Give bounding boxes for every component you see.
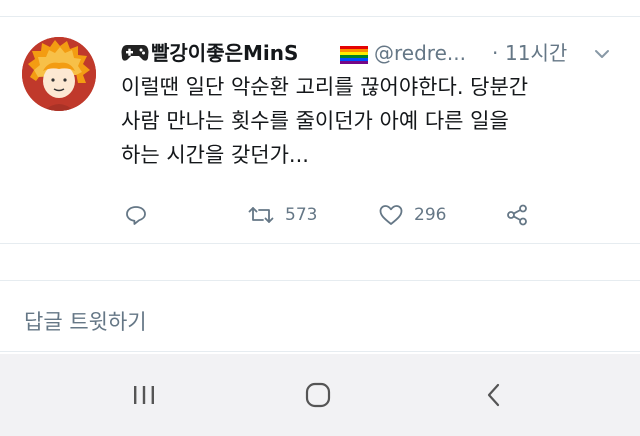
tweet-header: 빨강이좋은MinS @redre... · 11시간 <box>121 39 621 69</box>
retweet-icon <box>248 207 274 223</box>
tweet[interactable]: 빨강이좋은MinS @redre... · 11시간 이럴땐 일단 악순환 고리… <box>0 17 640 244</box>
share-button[interactable] <box>505 198 529 232</box>
retweet-button[interactable]: 573 <box>247 198 317 232</box>
reply-placeholder: 답글 트윗하기 <box>24 310 147 334</box>
tweet-text-line: 하는 시간을 갖던가... <box>121 143 309 167</box>
more-options-button[interactable] <box>591 45 613 63</box>
recents-icon <box>134 386 154 404</box>
gamepad-icon <box>121 43 149 67</box>
reply-button[interactable] <box>124 198 148 232</box>
back-button[interactable] <box>474 378 514 412</box>
back-icon <box>487 383 500 407</box>
like-count: 296 <box>414 205 447 225</box>
tweet-text-line: 이럴땐 일단 악순환 고리를 끊어야한다. 당분간 <box>121 75 529 99</box>
retweet-count: 573 <box>285 205 318 225</box>
separator-dot: · <box>492 41 499 65</box>
reply-icon <box>126 206 146 225</box>
system-navigation-bar <box>0 354 640 436</box>
top-divider <box>0 0 640 17</box>
chevron-down-icon <box>595 50 609 58</box>
like-button[interactable]: 296 <box>378 198 446 232</box>
reply-composer[interactable]: 답글 트윗하기 <box>0 281 640 352</box>
tweet-actions: 573 296 <box>0 198 640 232</box>
home-icon <box>305 382 331 408</box>
like-icon <box>379 205 403 225</box>
home-button[interactable] <box>298 378 338 412</box>
tweet-text-line: 사람 만나는 횟수를 줄이던가 아예 다른 일을 <box>121 109 509 133</box>
user-handle[interactable]: @redre... <box>374 39 466 67</box>
avatar[interactable] <box>22 37 96 111</box>
timestamp[interactable]: 11시간 <box>505 39 567 67</box>
share-icon <box>507 204 527 226</box>
display-name[interactable]: 빨강이좋은MinS <box>151 39 298 67</box>
recents-button[interactable] <box>124 378 164 412</box>
rainbow-flag-icon <box>340 46 368 68</box>
tweet-text: 이럴땐 일단 악순환 고리를 끊어야한다. 당분간 사람 만나는 횟수를 줄이던… <box>121 70 626 172</box>
